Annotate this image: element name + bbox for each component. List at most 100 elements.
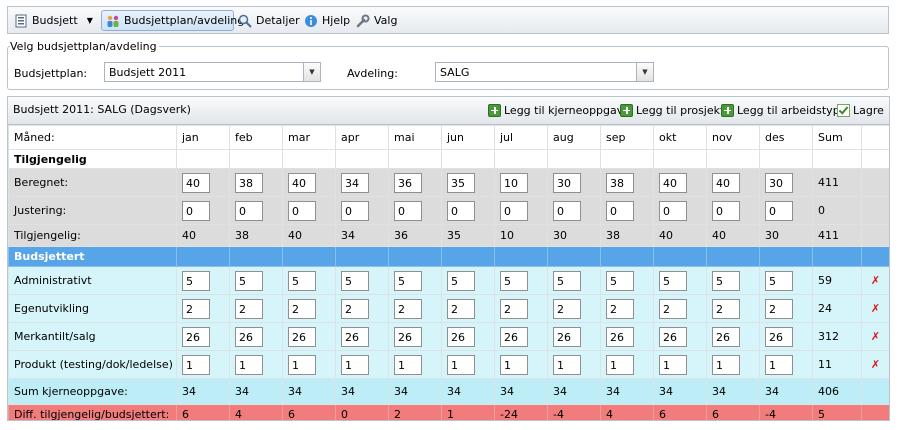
month-value-input[interactable]: 1 (447, 354, 475, 375)
month-value-input[interactable]: 5 (712, 270, 740, 291)
chevron-down-icon[interactable]: ▼ (636, 63, 653, 81)
input-cell: 0 (547, 196, 601, 225)
month-value-input[interactable]: 26 (553, 326, 581, 347)
input-cell: 5 (335, 266, 389, 295)
month-value-input[interactable]: 1 (394, 354, 422, 375)
month-value-input[interactable]: 38 (606, 172, 634, 193)
month-value-input[interactable]: 1 (182, 354, 210, 375)
delete-row-icon[interactable]: ✗ (871, 330, 880, 343)
month-value-input[interactable]: 0 (235, 200, 263, 221)
month-value-input[interactable]: 30 (553, 172, 581, 193)
month-value-input[interactable]: 26 (394, 326, 422, 347)
month-value-input[interactable]: 2 (712, 298, 740, 319)
month-value-input[interactable]: 26 (288, 326, 316, 347)
month-value-input[interactable]: 36 (394, 172, 422, 193)
month-value-input[interactable]: 30 (765, 172, 793, 193)
month-value-input[interactable]: 1 (288, 354, 316, 375)
month-value-input[interactable]: 2 (182, 298, 210, 319)
month-value-input[interactable]: 5 (447, 270, 475, 291)
add-core-task-button[interactable]: Legg til kjerneoppgave (488, 101, 630, 119)
month-value-input[interactable]: 5 (182, 270, 210, 291)
month-value-input[interactable]: 2 (447, 298, 475, 319)
month-value: 35 (441, 224, 495, 247)
month-value-input[interactable]: 5 (341, 270, 369, 291)
month-value-input[interactable]: 5 (553, 270, 581, 291)
month-value-input[interactable]: 0 (765, 200, 793, 221)
input-cell: 0 (653, 196, 707, 225)
month-value-input[interactable]: 0 (394, 200, 422, 221)
month-value-input[interactable]: 1 (765, 354, 793, 375)
month-value-input[interactable]: 26 (447, 326, 475, 347)
month-value-input[interactable]: 5 (606, 270, 634, 291)
delete-row-icon[interactable]: ✗ (871, 274, 880, 287)
month-value-input[interactable]: 1 (235, 354, 263, 375)
month-value-input[interactable]: 0 (712, 200, 740, 221)
month-header-cell: okt (653, 125, 707, 150)
row-sum: 11 (812, 350, 862, 379)
month-value-input[interactable]: 2 (606, 298, 634, 319)
month-value-input[interactable]: 2 (553, 298, 581, 319)
chevron-down-icon[interactable]: ▼ (303, 63, 320, 81)
month-value-input[interactable]: 2 (500, 298, 528, 319)
month-value-input[interactable]: 34 (341, 172, 369, 193)
add-core-task-label: Legg til kjerneoppgave (504, 103, 631, 117)
month-value-input[interactable]: 1 (606, 354, 634, 375)
month-value-input[interactable]: 26 (606, 326, 634, 347)
month-value-input[interactable]: 0 (500, 200, 528, 221)
month-value-input[interactable]: 5 (394, 270, 422, 291)
table-cell (335, 246, 389, 267)
month-value-input[interactable]: 40 (288, 172, 316, 193)
help-button[interactable]: Hjelp (304, 10, 350, 31)
month-value-input[interactable]: 1 (659, 354, 687, 375)
month-value-input[interactable]: 1 (553, 354, 581, 375)
month-value-input[interactable]: 26 (765, 326, 793, 347)
settings-button[interactable]: Valg (356, 10, 397, 31)
month-value-input[interactable]: 0 (447, 200, 475, 221)
budgetplan-dept-button[interactable]: Budsjettplan/avdeling (101, 10, 244, 31)
month-value-input[interactable]: 1 (712, 354, 740, 375)
month-value-input[interactable]: 0 (553, 200, 581, 221)
month-value-input[interactable]: 2 (394, 298, 422, 319)
department-dropdown[interactable]: SALG ▼ (435, 62, 654, 82)
budget-menu-button[interactable]: Budsjett ▼ (14, 10, 93, 31)
budgetplan-dropdown[interactable]: Budsjett 2011 ▼ (104, 62, 321, 82)
month-value-input[interactable]: 0 (606, 200, 634, 221)
month-value-input[interactable]: 10 (500, 172, 528, 193)
table-cell (388, 246, 442, 267)
month-value-input[interactable]: 0 (659, 200, 687, 221)
month-value-input[interactable]: 40 (182, 172, 210, 193)
table-cell (861, 125, 889, 150)
month-value-input[interactable]: 5 (288, 270, 316, 291)
month-value-input[interactable]: 5 (500, 270, 528, 291)
month-value-input[interactable]: 2 (659, 298, 687, 319)
month-value-input[interactable]: 0 (341, 200, 369, 221)
month-value-input[interactable]: 5 (659, 270, 687, 291)
month-value-input[interactable]: 26 (659, 326, 687, 347)
month-value-input[interactable]: 0 (288, 200, 316, 221)
month-value-input[interactable]: 0 (182, 200, 210, 221)
month-value-input[interactable]: 5 (765, 270, 793, 291)
month-value-input[interactable]: 5 (235, 270, 263, 291)
details-button[interactable]: Detaljer (238, 10, 300, 31)
delete-row-icon[interactable]: ✗ (871, 358, 880, 371)
input-cell: 2 (759, 294, 813, 323)
month-value-input[interactable]: 1 (341, 354, 369, 375)
add-project-button[interactable]: Legg til prosjekt (620, 101, 724, 119)
month-value-input[interactable]: 2 (235, 298, 263, 319)
month-value-input[interactable]: 26 (182, 326, 210, 347)
month-value-input[interactable]: 2 (341, 298, 369, 319)
save-button[interactable]: Lagre (837, 101, 884, 119)
month-value-input[interactable]: 38 (235, 172, 263, 193)
add-worktype-button[interactable]: Legg til arbeidstype (721, 101, 846, 119)
month-value-input[interactable]: 1 (500, 354, 528, 375)
month-value-input[interactable]: 26 (235, 326, 263, 347)
month-value-input[interactable]: 2 (288, 298, 316, 319)
month-value-input[interactable]: 26 (341, 326, 369, 347)
month-value-input[interactable]: 35 (447, 172, 475, 193)
month-value-input[interactable]: 2 (765, 298, 793, 319)
month-value-input[interactable]: 40 (659, 172, 687, 193)
month-value-input[interactable]: 26 (712, 326, 740, 347)
month-value-input[interactable]: 26 (500, 326, 528, 347)
month-value-input[interactable]: 40 (712, 172, 740, 193)
delete-row-icon[interactable]: ✗ (871, 302, 880, 315)
